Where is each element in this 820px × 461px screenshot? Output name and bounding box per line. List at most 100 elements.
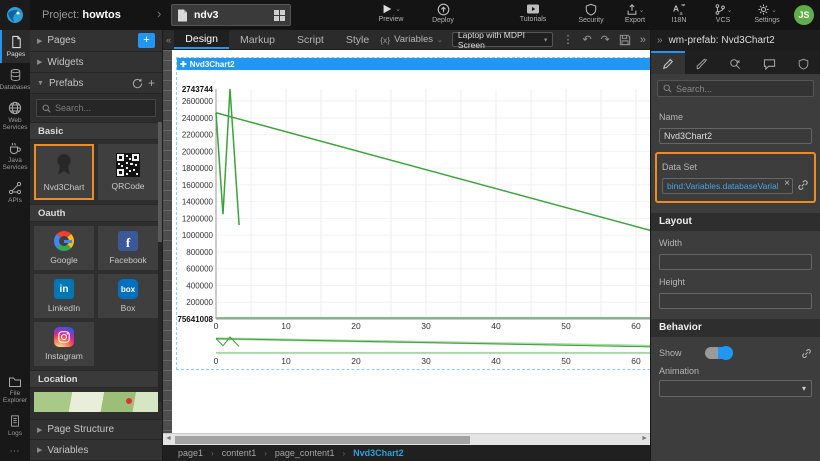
add-prefab-icon[interactable]: + — [148, 76, 155, 90]
tab-markup[interactable]: Markup — [229, 30, 286, 49]
tab-security[interactable] — [786, 51, 820, 74]
prefab-tile-facebook[interactable]: f Facebook — [98, 226, 158, 270]
sidebar-item-logs[interactable]: Logs — [0, 409, 30, 442]
chevron-down-icon: ⌄ — [639, 6, 645, 14]
width-field[interactable] — [659, 254, 812, 270]
user-avatar[interactable]: JS — [794, 5, 814, 25]
more-icon[interactable]: ⋯ — [0, 442, 30, 461]
expand-right-panel-icon[interactable]: » — [640, 34, 646, 46]
properties-search-input[interactable] — [676, 84, 808, 94]
undo-icon[interactable]: ↶ — [582, 33, 591, 46]
play-icon — [381, 3, 393, 15]
i18n-button[interactable]: A a I18N — [662, 3, 696, 24]
animation-select[interactable]: ▾ — [659, 380, 812, 397]
redo-icon[interactable]: ↷ — [601, 33, 610, 46]
breadcrumb-page-content1[interactable]: page_content1 — [275, 448, 335, 458]
scrollbar-thumb[interactable] — [158, 122, 162, 242]
svg-text:20: 20 — [351, 321, 361, 331]
clear-binding-icon[interactable]: × — [784, 178, 790, 189]
tab-messages[interactable] — [752, 51, 786, 74]
tab-styles[interactable] — [685, 51, 719, 74]
left-panel-scrollbar[interactable] — [158, 122, 162, 402]
svg-text:20: 20 — [351, 356, 361, 366]
prefab-tile-qrcode[interactable]: QRCode — [98, 144, 158, 200]
collapse-left-panel-icon[interactable]: « — [163, 30, 174, 49]
svg-text:0: 0 — [214, 321, 219, 331]
vcs-button[interactable]: ⌄ VCS — [706, 3, 740, 24]
settings-button[interactable]: ⌄ Settings — [750, 3, 784, 24]
show-bind-link-icon[interactable] — [801, 348, 812, 359]
design-canvas[interactable]: ✚ Nvd3Chart2 274374426000002400000220000… — [163, 50, 650, 433]
device-selector[interactable]: Laptop with MDPI Screen ▾ — [452, 32, 554, 47]
svg-text:800000: 800000 — [186, 248, 213, 257]
sidebar-item-web-services[interactable]: Web Services — [0, 96, 30, 136]
sidebar-item-databases[interactable]: Databases — [0, 63, 30, 96]
properties-search[interactable] — [657, 80, 814, 97]
accordion-widgets[interactable]: ▶ Widgets — [30, 52, 162, 73]
refresh-icon[interactable] — [132, 78, 143, 89]
group-basic: Basic — [30, 122, 162, 140]
accordion-page-structure[interactable]: ▶ Page Structure — [30, 419, 162, 440]
tutorials-label: Tutorials — [520, 16, 547, 23]
export-button[interactable]: ⌄ Export — [618, 3, 652, 24]
widget-selection-header[interactable]: ✚ Nvd3Chart2 — [177, 58, 650, 70]
height-field[interactable] — [659, 293, 812, 309]
name-field[interactable] — [659, 128, 812, 144]
i18n-label: I18N — [672, 17, 687, 24]
accordion-variables[interactable]: ▶ Variables — [30, 440, 162, 461]
nvd3chart-widget[interactable]: ✚ Nvd3Chart2 274374426000002400000220000… — [176, 57, 650, 370]
prefab-search-input[interactable] — [55, 103, 150, 113]
sidebar-item-pages[interactable]: Pages — [0, 30, 30, 63]
breadcrumb-page1[interactable]: page1 — [178, 448, 203, 458]
sidebar-item-file-explorer[interactable]: File Explorer — [0, 371, 30, 409]
sidebar-item-java-services[interactable]: Java Services — [0, 136, 30, 176]
tab-design[interactable]: Design — [174, 30, 229, 49]
prefab-tile-box[interactable]: box Box — [98, 274, 158, 318]
sidebar-item-apis[interactable]: APIs — [0, 176, 30, 209]
tile-label: Google — [50, 255, 77, 265]
prefab-tile-google[interactable]: Google — [34, 226, 94, 270]
deploy-button[interactable]: Deploy — [426, 3, 460, 24]
tutorials-button[interactable]: Tutorials — [516, 3, 550, 24]
preview-button[interactable]: ⌄ Preview — [374, 3, 408, 24]
accordion-pages[interactable]: ▶ Pages + — [30, 30, 162, 52]
variables-button[interactable]: {x} Variables ⌄ — [380, 34, 443, 45]
prefab-tile-location-partial[interactable] — [34, 392, 158, 412]
more-options-icon[interactable]: ⋮ — [562, 33, 573, 46]
prefab-tile-nvd3chart[interactable]: Nvd3Chart — [34, 144, 94, 200]
svg-text:10: 10 — [281, 321, 291, 331]
add-page-button[interactable]: + — [138, 33, 155, 48]
prefab-tile-linkedin[interactable]: in LinkedIn — [34, 274, 94, 318]
hscrollbar-thumb[interactable] — [175, 436, 470, 444]
scroll-left-icon[interactable]: ◄ — [165, 435, 172, 442]
left-icon-rail: Pages Databases Web Services Java Servic… — [0, 30, 30, 461]
breadcrumb-content1[interactable]: content1 — [222, 448, 257, 458]
tab-events[interactable] — [719, 51, 753, 74]
wavemaker-logo[interactable] — [0, 0, 30, 30]
coffee-cup-icon — [8, 141, 22, 155]
breadcrumb: page1 › content1 › page_content1 › Nvd3C… — [163, 445, 650, 461]
rail-label: APIs — [8, 197, 22, 204]
shield-icon — [585, 3, 597, 16]
chevron-right-icon: › — [157, 6, 161, 21]
file-tab[interactable]: ndv3 — [171, 4, 291, 26]
grid-icon[interactable] — [274, 10, 285, 21]
tab-properties[interactable] — [651, 51, 685, 74]
tab-style[interactable]: Style — [335, 30, 380, 49]
prefab-search[interactable] — [36, 99, 156, 117]
save-icon[interactable] — [619, 34, 631, 46]
database-icon — [9, 68, 22, 82]
pencil-icon — [662, 58, 674, 70]
dataset-field[interactable] — [662, 178, 793, 194]
bind-link-icon[interactable] — [797, 179, 809, 191]
accordion-prefabs[interactable]: ▼ Prefabs + — [30, 73, 162, 94]
show-toggle[interactable] — [705, 347, 732, 359]
prefab-tile-instagram[interactable]: Instagram — [34, 322, 94, 366]
security-button[interactable]: Security — [574, 3, 608, 24]
tab-script[interactable]: Script — [286, 30, 335, 49]
breadcrumb-separator: › — [211, 449, 214, 458]
breadcrumb-nvd3chart2[interactable]: Nvd3Chart2 — [353, 448, 404, 458]
canvas-hscrollbar[interactable]: ◄ ► — [163, 433, 650, 445]
scroll-right-icon[interactable]: ► — [641, 435, 648, 442]
collapse-right-panel-icon[interactable]: » — [657, 35, 663, 46]
